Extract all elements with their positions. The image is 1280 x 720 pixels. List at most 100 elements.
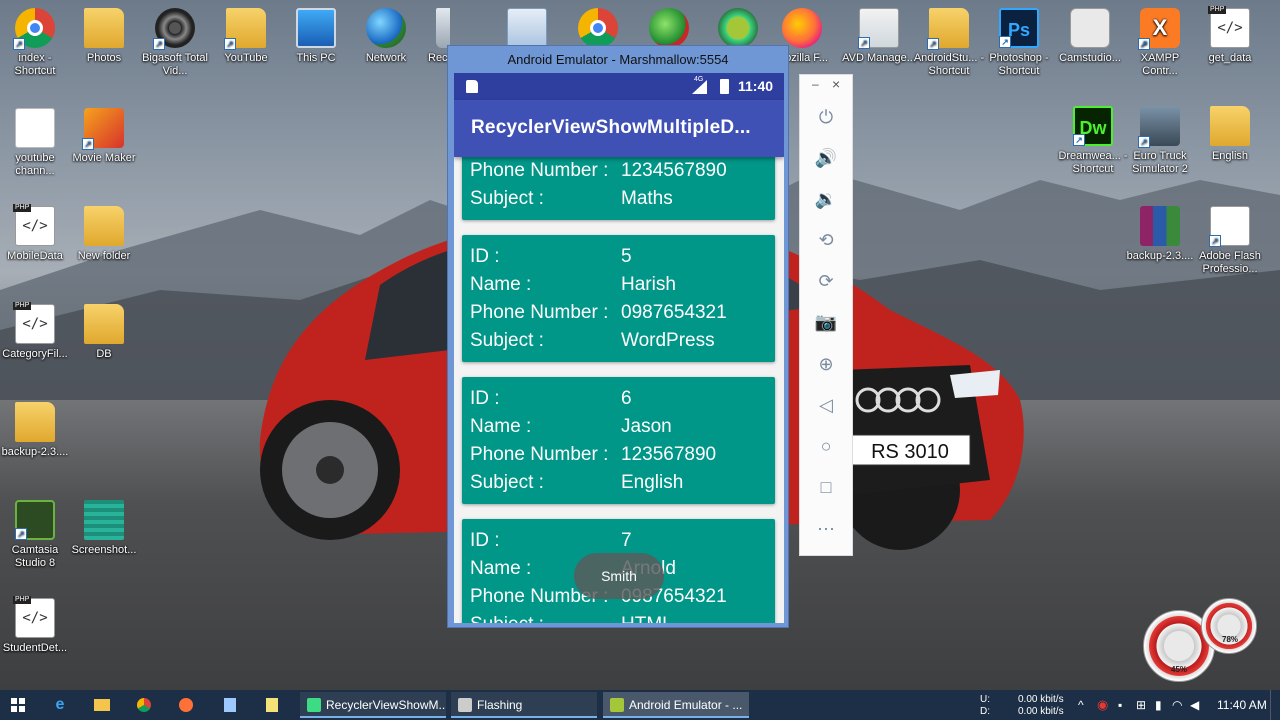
app-taskbar-icon[interactable] bbox=[212, 690, 248, 720]
movie-maker-icon: ↗ bbox=[82, 108, 124, 150]
desktop-icon-avd-manager[interactable]: ↗ AVD Manage... bbox=[841, 8, 917, 65]
truck-icon: ↗ bbox=[1138, 106, 1180, 148]
emulator-window[interactable]: Android Emulator - Marshmallow:5554 4G 1… bbox=[447, 45, 789, 628]
power-icon[interactable]: ⏻ bbox=[813, 104, 839, 130]
desktop-icon-db[interactable]: DB bbox=[66, 304, 142, 361]
photoshop-icon: Ps ↗ bbox=[999, 8, 1039, 48]
desktop-icon-youtube[interactable]: ↗ YouTube bbox=[208, 8, 284, 65]
show-desktop-button[interactable] bbox=[1270, 690, 1280, 720]
folder-icon: ↗ bbox=[224, 8, 266, 50]
desktop-icon-screenshot[interactable]: Screenshot... bbox=[66, 500, 142, 557]
svg-text:RS 3010: RS 3010 bbox=[871, 441, 949, 463]
student-card[interactable]: ID :4Name :SmithPhone Number :1234567890… bbox=[462, 157, 775, 220]
zoom-icon[interactable]: ⊕ bbox=[813, 351, 839, 377]
signal-icon bbox=[692, 80, 707, 94]
desktop-icon-index-shortcut[interactable]: ↗ index - Shortcut bbox=[0, 8, 73, 78]
wifi-icon[interactable]: ◠ bbox=[1172, 690, 1182, 720]
desktop-icon-backup-left[interactable]: backup-2.3.... bbox=[0, 402, 73, 459]
field-label: Subject : bbox=[470, 188, 544, 209]
desktop-icon-backup-right[interactable]: backup-2.3.... bbox=[1122, 206, 1198, 263]
firefox-taskbar-icon[interactable] bbox=[168, 690, 204, 720]
task-android-emulator[interactable]: Android Emulator - ... bbox=[603, 692, 749, 718]
field-value: Jason bbox=[621, 416, 672, 437]
desktop-icon-get-data[interactable]: PHP </> get_data bbox=[1192, 6, 1268, 65]
winrar-icon bbox=[1140, 206, 1180, 246]
card-row: ID : 5 bbox=[470, 243, 775, 271]
desktop-icon-network[interactable]: Network bbox=[348, 8, 424, 65]
desktop-icon-movie-maker[interactable]: ↗ Movie Maker bbox=[66, 108, 142, 165]
spreadsheet-icon bbox=[84, 500, 124, 540]
field-label: Phone Number : bbox=[470, 302, 609, 323]
speaker-icon[interactable]: ◀ bbox=[1190, 690, 1199, 720]
more-icon[interactable]: ⋯ bbox=[813, 516, 839, 542]
desktop-icon-dreamweaver[interactable]: Dw ↗ Dreamwea... - Shortcut bbox=[1055, 106, 1131, 176]
desktop-icon-english[interactable]: English bbox=[1192, 106, 1268, 163]
php-file-icon: PHP </> bbox=[13, 302, 55, 344]
desktop-icon-photos[interactable]: Photos bbox=[66, 8, 142, 65]
file-explorer-icon[interactable] bbox=[84, 690, 120, 720]
desktop-icon-xampp[interactable]: X ↗ XAMPP Contr... bbox=[1122, 8, 1198, 78]
folder-icon bbox=[84, 304, 124, 344]
task-flashing[interactable]: Flashing bbox=[451, 692, 597, 718]
desktop-icon-studentdet[interactable]: PHP </> StudentDet... bbox=[0, 596, 73, 655]
field-value: Harish bbox=[621, 274, 676, 295]
field-value: Maths bbox=[621, 188, 673, 209]
rotate-left-icon[interactable]: ⟲ bbox=[813, 227, 839, 253]
home-icon[interactable]: ○ bbox=[813, 433, 839, 459]
close-button[interactable]: × bbox=[832, 76, 840, 92]
camera-icon[interactable]: 📷 bbox=[813, 309, 839, 335]
volume-up-icon[interactable]: 🔊 bbox=[813, 145, 839, 171]
back-icon[interactable]: ◁ bbox=[813, 392, 839, 418]
card-row: Subject : WordPress bbox=[470, 327, 775, 355]
desktop-icon-categoryfile[interactable]: PHP </> CategoryFil... bbox=[0, 302, 73, 361]
security-icon[interactable]: ◉ bbox=[1097, 690, 1108, 720]
volume-down-icon[interactable]: 🔉 bbox=[813, 186, 839, 212]
desktop-icon-camstudio[interactable]: Camstudio... bbox=[1052, 8, 1128, 65]
dreamweaver-icon: Dw ↗ bbox=[1073, 106, 1113, 146]
field-label: Subject : bbox=[470, 330, 544, 351]
card-row: Subject : Maths bbox=[470, 185, 775, 213]
ie-icon[interactable]: e bbox=[42, 690, 78, 720]
desktop-icon-euro-truck[interactable]: ↗ Euro Truck Simulator 2 bbox=[1122, 106, 1198, 176]
desktop-icon-youtube-channel[interactable]: youtube chann... bbox=[0, 108, 73, 178]
desktop-icon-new-folder[interactable]: New folder bbox=[66, 206, 142, 263]
desktop-icon-androidstudio-shortcut[interactable]: ↗ AndroidStu... - Shortcut bbox=[911, 8, 987, 78]
chrome-taskbar-icon[interactable] bbox=[126, 690, 162, 720]
desktop-icon-camtasia[interactable]: ↗ Camtasia Studio 8 bbox=[0, 500, 73, 570]
task-android-studio[interactable]: RecyclerViewShowM... bbox=[300, 692, 446, 718]
clock[interactable]: 11:40 AM bbox=[1217, 690, 1267, 720]
field-label: Subject : bbox=[470, 472, 544, 493]
memory-gauge: 78% bbox=[1201, 598, 1257, 654]
rotate-right-icon[interactable]: ⟳ bbox=[813, 268, 839, 294]
minimize-button[interactable]: – bbox=[812, 77, 819, 91]
net-speed: 0.00 kbit/s 0.00 kbit/s bbox=[1018, 694, 1064, 717]
desktop-icon-bigasoft[interactable]: ↗ Bigasoft Total Vid... bbox=[137, 8, 213, 78]
field-label: Name : bbox=[470, 416, 532, 437]
student-card[interactable]: ID : 5 Name : Harish Phone Number : 098765432… bbox=[462, 235, 775, 362]
recycle-bin-icon bbox=[436, 8, 450, 48]
desktop-icon-this-pc[interactable]: This PC bbox=[278, 8, 354, 65]
status-time: 11:40 bbox=[738, 78, 774, 94]
desktop-icon-adobe-flash[interactable]: ↗ Adobe Flash Professio... bbox=[1192, 206, 1268, 276]
card-row: Subject : HTML bbox=[470, 611, 775, 623]
field-value: English bbox=[621, 472, 684, 493]
desktop-icon-recycle-bin[interactable]: Rec bbox=[420, 8, 450, 65]
field-label: Phone Number : bbox=[470, 444, 609, 465]
app-title: RecyclerViewShowMultipleD... bbox=[471, 117, 751, 138]
network-tray-icon[interactable]: ⊞ bbox=[1136, 690, 1146, 720]
start-button[interactable] bbox=[0, 690, 36, 720]
notes-taskbar-icon[interactable] bbox=[254, 690, 290, 720]
desktop-icon-mobiledata[interactable]: PHP </> MobileData bbox=[0, 204, 73, 263]
student-card[interactable]: ID : 6 Name : Jason Phone Number : 123567890 S… bbox=[462, 377, 775, 504]
field-value: 7 bbox=[621, 530, 632, 551]
sd-card-icon bbox=[466, 80, 478, 93]
tray-chevron-icon[interactable]: ^ bbox=[1078, 690, 1084, 720]
power-tray-icon[interactable]: ▮ bbox=[1155, 690, 1162, 720]
camstudio-icon bbox=[1070, 8, 1110, 48]
field-value: WordPress bbox=[621, 330, 715, 351]
overview-icon[interactable]: □ bbox=[813, 474, 839, 500]
desktop-icon-photoshop[interactable]: Ps ↗ Photoshop - Shortcut bbox=[981, 8, 1057, 78]
tray-app-icon[interactable]: ▪ bbox=[1118, 690, 1122, 720]
phone-screen[interactable]: 4G 11:40 RecyclerViewShowMultipleD... ID… bbox=[454, 73, 784, 623]
film-reel-icon: ↗ bbox=[153, 8, 195, 50]
